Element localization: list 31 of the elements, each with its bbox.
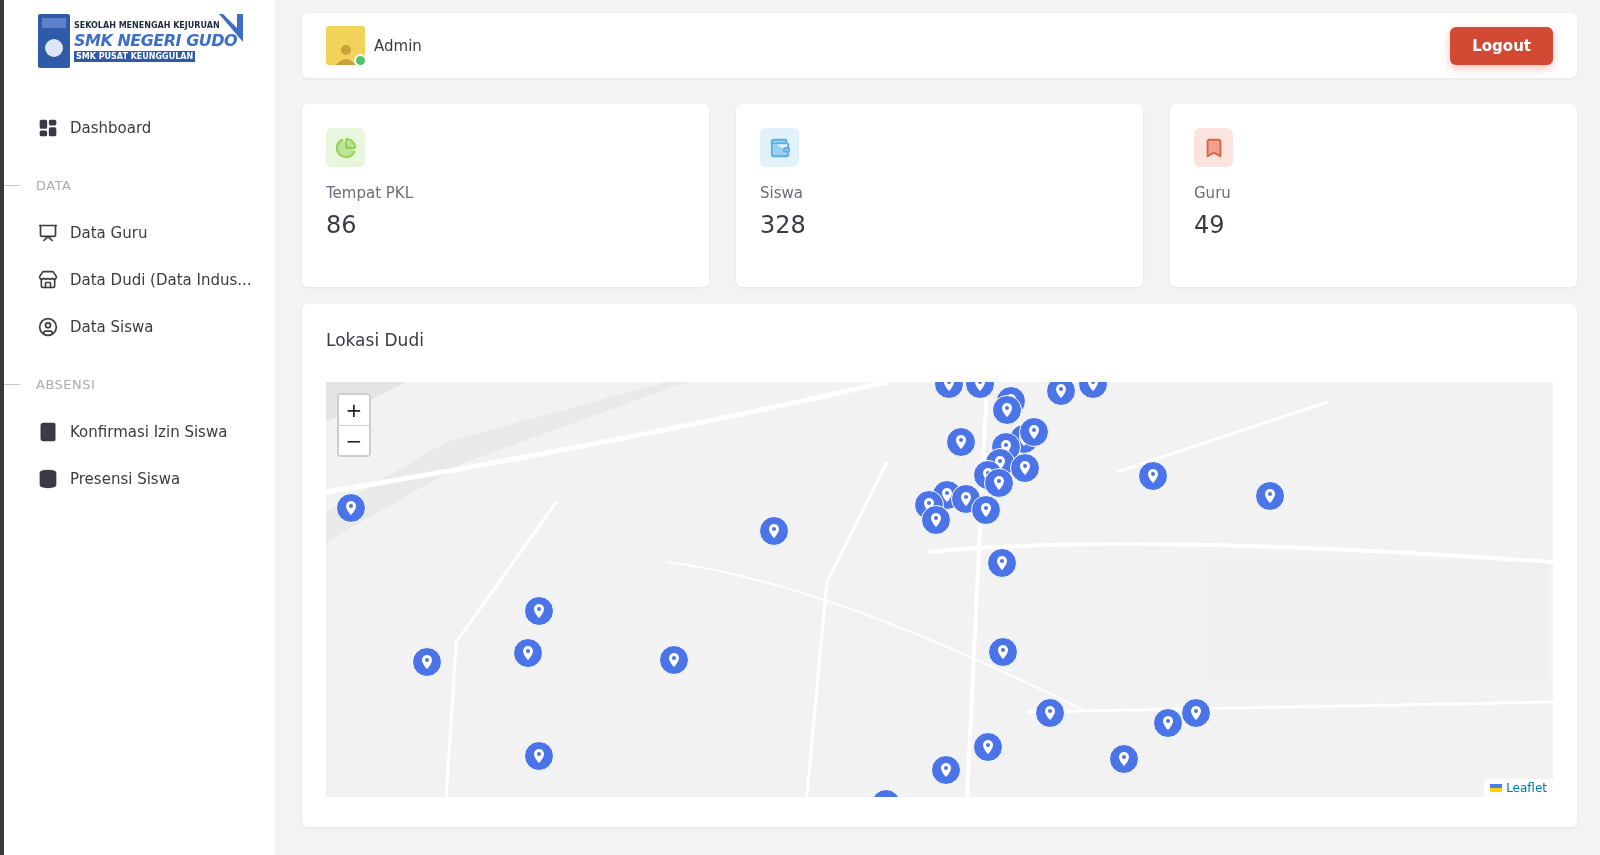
person-icon: [334, 43, 357, 65]
section-heading: DATA: [36, 177, 72, 193]
stat-value: 328: [760, 211, 807, 239]
sidebar-item[interactable]: Dashboard: [4, 104, 275, 151]
flag-icon: [1490, 784, 1503, 792]
dashboard-icon: [38, 117, 58, 138]
sidebar-item[interactable]: Data Dudi (Data Indus...: [4, 256, 275, 303]
stat-value: 49: [1194, 211, 1226, 239]
zoom-out-button[interactable]: −: [339, 425, 369, 455]
stat-label: Guru: [1194, 184, 1232, 202]
sidebar-item[interactable]: Data Siswa: [4, 303, 275, 350]
user-name: Admin: [374, 36, 423, 55]
sidebar-item[interactable]: Konfirmasi Izin Siswa: [4, 408, 275, 455]
section-heading: ABSENSI: [36, 376, 96, 392]
sidebar-item[interactable]: Presensi Siswa: [4, 455, 275, 502]
logo-title: SMK NEGERI GUDO: [74, 30, 238, 50]
user-circle-icon: [38, 316, 58, 337]
leaflet-link[interactable]: Leaflet: [1506, 781, 1547, 795]
map-title: Lokasi Dudi: [326, 330, 425, 352]
presentation-board-icon: [38, 222, 58, 243]
wallet-icon: [768, 136, 791, 159]
emblem-icon: [38, 14, 70, 68]
sidebar-item[interactable]: Data Guru: [4, 209, 275, 256]
logo-tagline: SMK PUSAT KEUNGGULAN: [74, 50, 196, 62]
stat-value: 86: [326, 211, 358, 239]
stat-label: Tempat PKL: [326, 184, 415, 202]
store-icon: [38, 269, 58, 290]
logout-button[interactable]: Logout: [1450, 26, 1553, 65]
pie-chart-icon: [334, 136, 357, 159]
stat-label: Siswa: [760, 184, 804, 202]
logo-caption: SEKOLAH MENENGAH KEJURUAN: [74, 20, 221, 30]
